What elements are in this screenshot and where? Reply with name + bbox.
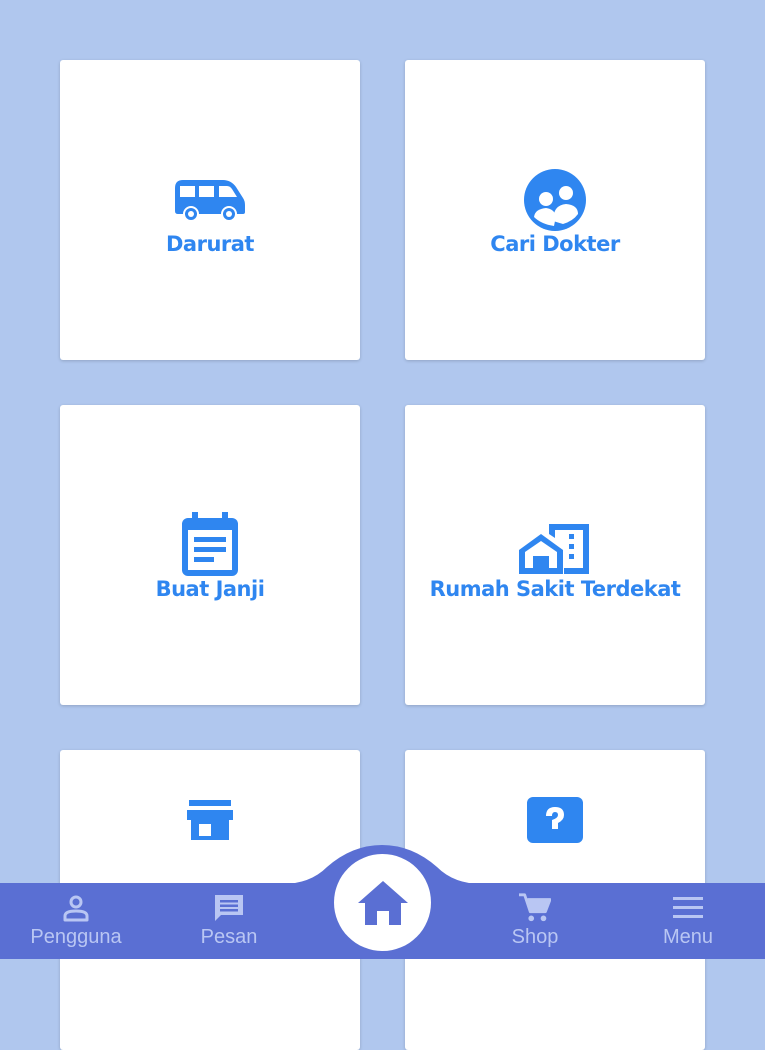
home-button[interactable] (334, 854, 431, 951)
home-building-icon (519, 509, 591, 581)
calendar-note-icon (174, 509, 246, 581)
nav-label: Menu (662, 926, 714, 948)
card-label: Darurat (166, 232, 254, 256)
nav-menu[interactable]: Menu (628, 892, 748, 956)
nav-shop[interactable]: Shop (475, 892, 595, 956)
message-icon (213, 892, 245, 924)
home-icon (357, 880, 408, 925)
nav-label: Pengguna (30, 926, 122, 948)
nav-label: Pesan (200, 926, 258, 948)
card-cari-dokter[interactable]: Cari Dokter (405, 60, 705, 360)
card-label: Cari Dokter (490, 232, 620, 256)
people-icon (519, 164, 591, 236)
card-label: Buat Janji (155, 577, 265, 601)
card-darurat[interactable]: Darurat (60, 60, 360, 360)
ambulance-van-icon (174, 164, 246, 236)
person-icon (60, 892, 92, 924)
menu-icon (672, 892, 704, 924)
nav-label: Shop (511, 926, 559, 948)
nav-pengguna[interactable]: Pengguna (16, 892, 136, 956)
cart-icon (519, 892, 551, 924)
card-buat-janji[interactable]: Buat Janji (60, 405, 360, 705)
help-icon (519, 784, 591, 856)
store-icon (174, 784, 246, 856)
card-rumah-sakit-terdekat[interactable]: Rumah Sakit Terdekat (405, 405, 705, 705)
card-label: Rumah Sakit Terdekat (429, 577, 681, 601)
nav-pesan[interactable]: Pesan (169, 892, 289, 956)
